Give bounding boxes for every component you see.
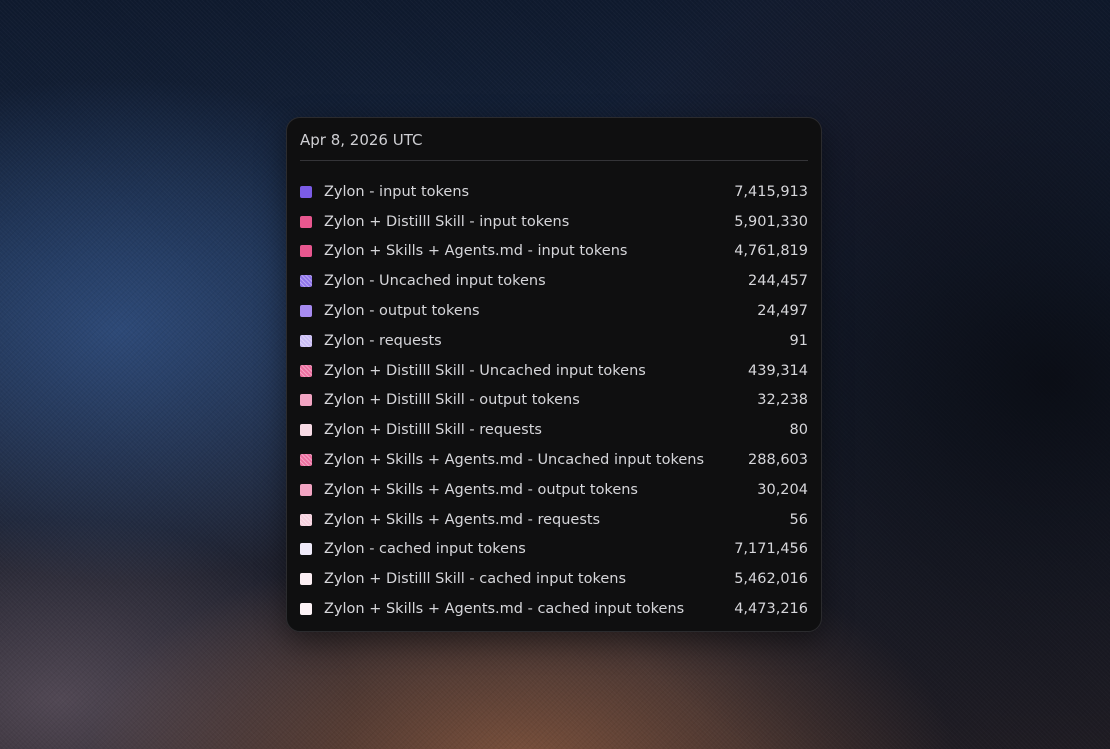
tooltip-row: Zylon - output tokens 24,497 <box>300 296 808 326</box>
tooltip-row: Zylon + Distilll Skill - Uncached input … <box>300 356 808 386</box>
series-color-swatch <box>300 454 312 467</box>
series-label: Zylon + Skills + Agents.md - requests <box>324 511 601 528</box>
series-value: 439,314 <box>748 362 808 379</box>
series-value: 91 <box>789 332 808 349</box>
tooltip-row: Zylon + Skills + Agents.md - Uncached in… <box>300 445 808 475</box>
series-color-swatch <box>300 483 312 496</box>
series-color-swatch <box>300 334 312 347</box>
series-label: Zylon + Distilll Skill - cached input to… <box>324 571 627 588</box>
tooltip-row: Zylon + Distilll Skill - input tokens 5,9… <box>300 207 808 237</box>
series-label: Zylon + Distilll Skill - output tokens <box>324 392 580 409</box>
tooltip-row: Zylon + Distilll Skill - requests 80 <box>300 415 808 445</box>
series-color-swatch <box>300 573 312 586</box>
tooltip-row: Zylon - input tokens 7,415,913 <box>300 177 808 207</box>
series-color-swatch <box>300 275 312 288</box>
series-label: Zylon + Skills + Agents.md - cached inpu… <box>324 601 685 618</box>
series-label: Zylon + Distilll Skill - Uncached input … <box>324 362 646 379</box>
series-value: 32,238 <box>757 392 808 409</box>
series-color-swatch <box>300 215 312 228</box>
tooltip-row: Zylon + Skills + Agents.md - requests 56 <box>300 505 808 535</box>
series-label: Zylon - requests <box>324 332 442 349</box>
series-color-swatch <box>300 245 312 258</box>
series-value: 4,761,819 <box>734 243 808 260</box>
series-value: 30,204 <box>757 481 808 498</box>
tooltip-row: Zylon + Skills + Agents.md - input token… <box>300 237 808 267</box>
tooltip-row: Zylon + Distilll Skill - output tokens 32… <box>300 386 808 416</box>
series-label: Zylon + Skills + Agents.md - output toke… <box>324 481 638 498</box>
series-label: Zylon - output tokens <box>324 303 480 320</box>
series-label: Zylon - Uncached input tokens <box>324 273 546 290</box>
tooltip-row: Zylon - requests 91 <box>300 326 808 356</box>
series-label: Zylon + Distilll Skill - requests <box>324 422 542 439</box>
tooltip-row: Zylon + Skills + Agents.md - cached inpu… <box>300 594 808 624</box>
series-value: 80 <box>789 422 808 439</box>
series-color-swatch <box>300 603 312 616</box>
series-value: 244,457 <box>748 273 808 290</box>
series-color-swatch <box>300 364 312 377</box>
series-color-swatch <box>300 513 312 526</box>
series-color-swatch <box>300 394 312 407</box>
series-label: Zylon - cached input tokens <box>324 541 526 558</box>
series-color-swatch <box>300 185 312 198</box>
series-label: Zylon + Distilll Skill - input tokens <box>324 213 570 230</box>
series-value: 56 <box>789 511 808 528</box>
series-color-swatch <box>300 424 312 437</box>
series-color-swatch <box>300 305 312 318</box>
tooltip-row: Zylon - cached input tokens 7,171,456 <box>300 535 808 565</box>
series-label: Zylon - input tokens <box>324 183 470 200</box>
series-label: Zylon + Skills + Agents.md - Uncached in… <box>324 452 705 469</box>
series-value: 7,171,456 <box>734 541 808 558</box>
tooltip-row: Zylon - Uncached input tokens 244,457 <box>300 266 808 296</box>
series-value: 5,901,330 <box>734 213 808 230</box>
tooltip-row: Zylon + Distilll Skill - cached input to… <box>300 564 808 594</box>
tooltip-series-list: Zylon - input tokens 7,415,913 Zylon + Dis… <box>300 161 808 624</box>
series-value: 4,473,216 <box>734 601 808 618</box>
series-value: 7,415,913 <box>734 183 808 200</box>
tooltip-row: Zylon + Skills + Agents.md - output toke… <box>300 475 808 505</box>
series-label: Zylon + Skills + Agents.md - input token… <box>324 243 628 260</box>
series-value: 5,462,016 <box>734 571 808 588</box>
tooltip-date: Apr 8, 2026 UTC <box>300 130 808 161</box>
series-value: 288,603 <box>748 452 808 469</box>
chart-tooltip: Apr 8, 2026 UTC Zylon - input tokens 7,41… <box>286 117 822 632</box>
series-color-swatch <box>300 543 312 556</box>
series-value: 24,497 <box>757 303 808 320</box>
